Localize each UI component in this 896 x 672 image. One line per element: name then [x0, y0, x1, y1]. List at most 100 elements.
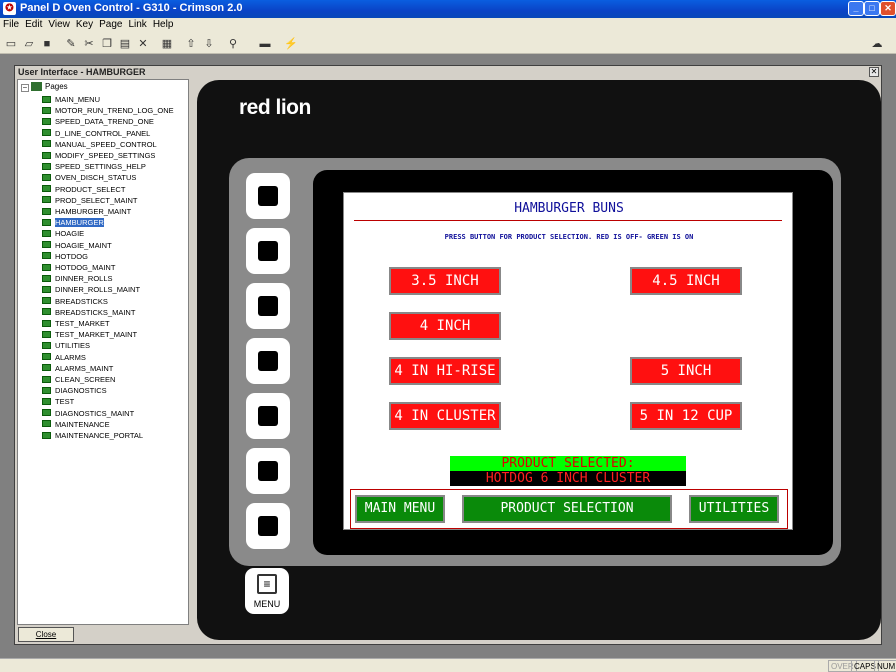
tree-item-label: D_LINE_CONTROL_PANEL — [55, 128, 151, 138]
page-icon — [42, 397, 51, 405]
btn-4-in-cluster[interactable]: 4 IN CLUSTER — [389, 402, 501, 430]
tree-item[interactable]: TEST — [42, 396, 74, 407]
btn-4-in-hi-rise[interactable]: 4 IN HI-RISE — [389, 357, 501, 385]
tree-item[interactable]: MANUAL_SPEED_CONTROL — [42, 139, 157, 150]
copy-icon[interactable]: ❐ — [100, 37, 114, 51]
tree-item[interactable]: SPEED_DATA_TREND_ONE — [42, 116, 154, 127]
lightning-icon[interactable]: ⚡ — [284, 37, 298, 51]
minimize-button[interactable]: _ — [848, 1, 864, 16]
tree-item[interactable]: OVEN_DISCH_STATUS — [42, 172, 136, 183]
tree-item[interactable]: ALARMS — [42, 352, 86, 363]
soft-key-7[interactable] — [246, 503, 290, 549]
nav-bar: MAIN MENU PRODUCT SELECTION UTILITIES — [350, 489, 788, 529]
tree-item-label: DIAGNOSTICS — [55, 386, 107, 396]
product-selection-button[interactable]: PRODUCT SELECTION — [462, 495, 672, 523]
tree-item[interactable]: HOAGIE — [42, 228, 84, 239]
tree-item[interactable]: BREADSTICKS — [42, 296, 108, 307]
tree-item[interactable]: BREADSTICKS_MAINT — [42, 307, 135, 318]
properties-icon[interactable]: ▦ — [160, 37, 174, 51]
tree-item[interactable]: DIAGNOSTICS — [42, 385, 107, 396]
main-menu-button[interactable]: MAIN MENU — [355, 495, 445, 523]
tree-item[interactable]: HOTDOG — [42, 251, 88, 262]
save-icon[interactable]: ■ — [40, 37, 54, 51]
tree-item[interactable]: MAINTENANCE_PORTAL — [42, 430, 143, 441]
btn-4-inch[interactable]: 4 INCH — [389, 312, 501, 340]
soft-key-1[interactable] — [246, 173, 290, 219]
tree-item[interactable]: DINNER_ROLLS_MAINT — [42, 284, 140, 295]
page-icon — [42, 341, 51, 349]
tree-item-label: SPEED_SETTINGS_HELP — [55, 162, 146, 172]
tree-item-label: PRODUCT_SELECT — [55, 184, 126, 194]
new-icon[interactable]: ▭ — [4, 37, 18, 51]
screen-title: HAMBURGER BUNS — [514, 201, 624, 216]
page-icon — [42, 330, 51, 338]
up-arrow-icon[interactable]: ⇧ — [184, 37, 198, 51]
tree-item[interactable]: TEST_MARKET_MAINT — [42, 329, 137, 340]
menu-link[interactable]: Link — [125, 18, 149, 31]
page-icon — [42, 274, 51, 282]
soft-key-2[interactable] — [246, 228, 290, 274]
tree-item-label: DINNER_ROLLS — [55, 274, 113, 284]
cut-icon[interactable]: ✂ — [82, 37, 96, 51]
tree-item[interactable]: HOTDOG_MAINT — [42, 262, 115, 273]
document-title: User Interface - HAMBURGER — [15, 66, 881, 78]
open-icon[interactable]: ▱ — [22, 37, 36, 51]
tree-item[interactable]: MAINTENANCE — [42, 419, 110, 430]
tree-item[interactable]: DIAGNOSTICS_MAINT — [42, 408, 134, 419]
down-arrow-icon[interactable]: ⇩ — [202, 37, 216, 51]
soft-key-4[interactable] — [246, 338, 290, 384]
tree-item-label: MAINTENANCE_PORTAL — [55, 431, 144, 440]
tree-item[interactable]: MOTOR_RUN_TREND_LOG_ONE — [42, 105, 174, 116]
btn-4-5-inch[interactable]: 4.5 INCH — [630, 267, 742, 295]
tree-item[interactable]: MODIFY_SPEED_SETTINGS — [42, 150, 155, 161]
document-close-icon[interactable]: ✕ — [869, 67, 879, 77]
page-icon — [42, 252, 51, 260]
tree-item[interactable]: D_LINE_CONTROL_PANEL — [42, 128, 150, 139]
display-icon[interactable]: ▬ — [258, 37, 272, 51]
tree-item[interactable]: CLEAN_SCREEN — [42, 374, 115, 385]
utilities-button[interactable]: UTILITIES — [689, 495, 779, 523]
tree-item[interactable]: HOAGIE_MAINT — [42, 240, 112, 251]
soft-key-3[interactable] — [246, 283, 290, 329]
tree-item-label: ALARMS_MAINT — [55, 363, 114, 373]
tree-item[interactable]: HAMBURGER_MAINT — [42, 206, 131, 217]
menu-edit[interactable]: Edit — [22, 18, 45, 31]
maximize-button[interactable]: □ — [864, 1, 880, 16]
btn-3-5-inch[interactable]: 3.5 INCH — [389, 267, 501, 295]
menu-page[interactable]: Page — [96, 18, 125, 31]
tree-item[interactable]: DINNER_ROLLS — [42, 273, 113, 284]
menu-view[interactable]: View — [45, 18, 73, 31]
title-bar: ✪ Panel D Oven Control - G310 - Crimson … — [0, 0, 896, 18]
paste-icon[interactable]: ▤ — [118, 37, 132, 51]
tree-item[interactable]: MAIN_MENU — [42, 94, 100, 105]
tree-item[interactable]: TEST_MARKET — [42, 318, 110, 329]
page-icon — [42, 241, 51, 249]
find-icon[interactable]: ⚲ — [226, 37, 240, 51]
tree-item[interactable]: PROD_SELECT_MAINT — [42, 195, 138, 206]
help-balloon-icon[interactable]: ☁ — [870, 37, 884, 51]
delete-icon[interactable]: ✕ — [136, 37, 150, 51]
menu-file[interactable]: File — [0, 18, 22, 31]
document-window: User Interface - HAMBURGER ✕ – Pages MAIN… — [14, 65, 882, 645]
menu-key[interactable]: Key — [73, 18, 96, 31]
tree-item[interactable]: UTILITIES — [42, 340, 90, 351]
menu-key[interactable]: ≡ MENU — [245, 568, 289, 614]
edit-icon[interactable]: ✎ — [64, 37, 78, 51]
tree-root[interactable]: – Pages — [18, 82, 68, 92]
tree-item[interactable]: HAMBURGER — [42, 217, 104, 228]
menu-help[interactable]: Help — [150, 18, 177, 31]
tree-item-label: TEST_MARKET_MAINT — [55, 330, 138, 340]
soft-key-5[interactable] — [246, 393, 290, 439]
btn-5-inch[interactable]: 5 INCH — [630, 357, 742, 385]
tree-item[interactable]: SPEED_SETTINGS_HELP — [42, 161, 146, 172]
soft-key-6[interactable] — [246, 448, 290, 494]
tree-item-label: DINNER_ROLLS_MAINT — [55, 285, 141, 295]
tree-item[interactable]: PRODUCT_SELECT — [42, 184, 125, 195]
tree-item[interactable]: ALARMS_MAINT — [42, 363, 113, 374]
tree-item-label: HOAGIE_MAINT — [55, 240, 112, 250]
close-button[interactable]: Close — [18, 627, 74, 642]
page-icon — [42, 353, 51, 361]
tree-item-label: MOTOR_RUN_TREND_LOG_ONE — [55, 106, 174, 116]
close-window-button[interactable]: ✕ — [880, 1, 896, 16]
btn-5-in-12-cup[interactable]: 5 IN 12 CUP — [630, 402, 742, 430]
